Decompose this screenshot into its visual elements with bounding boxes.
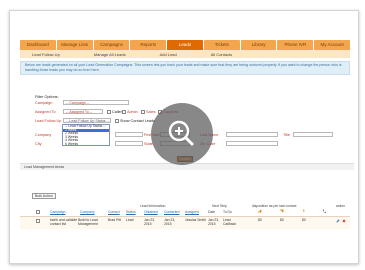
svg-text:$: $: [303, 209, 305, 213]
row-count-2: $0: [280, 218, 284, 222]
thumbs-up-icon: [258, 209, 262, 213]
subnav-manage-all-leads[interactable]: Manage All Leads: [82, 52, 126, 57]
group-action: action: [336, 204, 346, 208]
dropdown-option[interactable]: 6 Weeks: [63, 142, 109, 147]
campaign-label: Campaign: [35, 101, 53, 105]
row-todo: Lead Callback: [223, 218, 237, 226]
tab-campaigns[interactable]: Campaigns: [93, 40, 130, 50]
zoom-in-icon: [168, 120, 194, 146]
admin-checkbox[interactable]: [122, 110, 126, 114]
header-contact[interactable]: Contact: [108, 210, 120, 214]
tab-phone-ivr[interactable]: Phone IVR: [277, 40, 314, 50]
last-name-input[interactable]: [226, 132, 278, 137]
header-status[interactable]: Status: [126, 210, 136, 214]
main-tabs: Dashboard Manage Lists Campaigns Reports…: [20, 40, 351, 50]
tab-leads[interactable]: Leads: [167, 40, 203, 50]
campaign-select[interactable]: -- Campaign --: [63, 100, 129, 105]
company-label: Company: [35, 133, 52, 137]
subnav-all-contacts[interactable]: All Contacts: [199, 52, 232, 57]
tab-library[interactable]: Library: [240, 40, 277, 50]
show-contact-checkbox[interactable]: [115, 119, 119, 123]
row-contacted: Jan 23, 2015: [164, 218, 176, 226]
dollar-icon: $: [303, 209, 305, 213]
row-status: Lead: [126, 218, 134, 222]
followup-select[interactable]: -- Lead Follow Up Status --: [63, 118, 111, 123]
show-contact-label: Show Contact Leads: [120, 119, 156, 123]
header-company[interactable]: Company: [80, 210, 95, 214]
bulk-action-select[interactable]: Bulk Action: [32, 193, 56, 199]
row-date: Jan 23, 2015: [208, 218, 220, 226]
assigned-select[interactable]: -- Assigned To --: [63, 109, 103, 114]
sales-checkbox[interactable]: [141, 110, 145, 114]
tab-dashboard[interactable]: Dashboard: [20, 40, 56, 50]
subnav-add-lead[interactable]: Add Lead: [148, 52, 177, 57]
city-input[interactable]: [115, 141, 143, 146]
tab-my-account[interactable]: My Account: [314, 40, 351, 50]
followup-label: Lead Follow Up: [35, 119, 62, 123]
followup-dropdown-list: -- Lead Follow Up Status -- 1 Week 2 Wee…: [62, 124, 110, 146]
header-assigned[interactable]: Assigned: [185, 210, 199, 214]
zip-input[interactable]: [226, 141, 278, 146]
header-obtained[interactable]: Obtained: [144, 210, 158, 214]
title-input[interactable]: [293, 132, 333, 137]
company-input[interactable]: [115, 132, 143, 137]
select-all-checkbox[interactable]: [36, 210, 40, 214]
group-disposition: disposition as per last contact: [252, 204, 297, 208]
header-contacted[interactable]: Contacted: [164, 210, 179, 214]
row-checkbox[interactable]: [36, 219, 40, 223]
tab-reports[interactable]: Reports: [130, 40, 167, 50]
row-obtained: Jan 23, 2015: [144, 218, 156, 226]
row-count-1: $0: [258, 218, 262, 222]
row-campaign: bwrfc and callable contact list: [50, 218, 78, 226]
row-company: Build to Lead Management: [78, 218, 98, 226]
subnav-lead-follow-up[interactable]: Lead Follow Up: [20, 52, 60, 57]
zoom-overlay[interactable]: [151, 103, 213, 165]
edit-icon[interactable]: [336, 219, 340, 223]
header-campaign[interactable]: Campaign: [50, 210, 65, 214]
admin-label: Admin: [127, 110, 138, 114]
row-count-3: $0: [302, 218, 306, 222]
tab-tickets[interactable]: Tickets: [203, 40, 240, 50]
thumbs-down-icon: [280, 209, 284, 213]
caller-label: Caller: [112, 110, 122, 114]
assigned-label: Assigned To: [35, 110, 56, 114]
group-lead-information: Lead Information: [140, 204, 166, 208]
row-contact[interactable]: Brad Pitt: [108, 218, 121, 222]
group-next-step: Next Step: [212, 204, 227, 208]
leads-subnav: Lead Follow Up Manage All Leads Add Lead…: [20, 50, 350, 58]
filter-heading: Filter Options:: [35, 95, 59, 99]
row-assigned: Jessica Smith: [185, 218, 206, 222]
header-todo: To Do: [223, 210, 232, 214]
header-date: Date: [208, 210, 216, 214]
delete-icon[interactable]: [342, 219, 346, 223]
phone-icon: [322, 209, 326, 213]
leads-table: Lead Information Next Step disposition a…: [20, 204, 350, 234]
tab-manage-lists[interactable]: Manage Lists: [56, 40, 93, 50]
info-notice: Below are leads generated on all your Le…: [20, 61, 350, 75]
title-label: Title: [283, 133, 291, 137]
caller-checkbox[interactable]: [107, 110, 111, 114]
city-label: City: [35, 142, 42, 146]
